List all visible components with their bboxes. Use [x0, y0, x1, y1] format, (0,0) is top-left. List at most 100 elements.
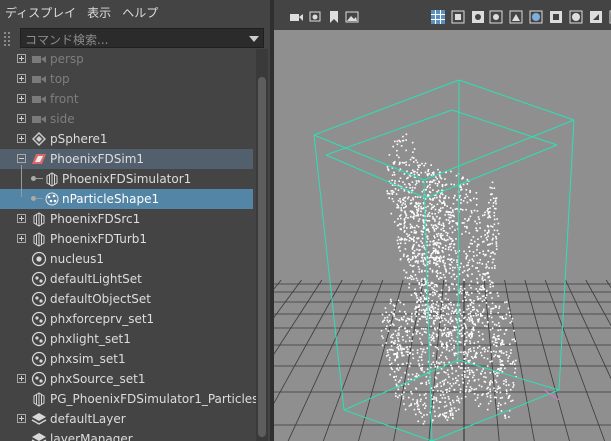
grid-line [605, 279, 611, 289]
expand-icon[interactable] [17, 414, 26, 423]
outliner-item-label: defaultObjectSet [50, 292, 152, 306]
wireframe-shaded-icon[interactable] [470, 9, 486, 25]
menu-display[interactable]: ディスプレイ [5, 4, 76, 21]
isolate-select-icon[interactable] [450, 9, 466, 25]
outliner-item-phxsim-set1[interactable]: phxsim_set1 [0, 349, 253, 369]
outliner-tree: persp top front side pSphere1 PhoenixFDSim1 Ph… [0, 49, 258, 441]
outliner-item-defaultlayer[interactable]: defaultLayer [0, 409, 253, 429]
outliner-item-label: phxlight_set1 [50, 332, 131, 346]
camera-icon [31, 71, 47, 87]
scrollbar-thumb[interactable] [258, 77, 266, 437]
textured-icon[interactable] [508, 9, 524, 25]
grid-line [287, 279, 363, 441]
expand-icon[interactable] [17, 374, 26, 383]
grid-line [565, 279, 611, 380]
outliner-item-phxlight-set1[interactable]: phxlight_set1 [0, 329, 253, 349]
phoenix-grid-icon [31, 231, 47, 247]
outliner-scrollbar[interactable] [256, 49, 268, 441]
camera-icon [31, 51, 47, 67]
set-icon [31, 371, 47, 387]
grid-toggle-icon[interactable] [430, 9, 446, 25]
viewport-toolbar: T [274, 4, 611, 30]
outliner-item-label: nucleus1 [50, 252, 105, 266]
nucleus-icon [31, 251, 47, 267]
layer-icon [31, 411, 47, 427]
transform-icon [31, 131, 47, 147]
camera-icon [31, 111, 47, 127]
collapse-icon[interactable] [17, 154, 26, 163]
outliner-item-defaultobjectset[interactable]: defaultObjectSet [0, 289, 253, 309]
motion-blur-icon[interactable] [588, 9, 604, 25]
phoenix-sim-icon [31, 151, 47, 167]
phoenix-grid-icon [44, 171, 60, 187]
chevron-down-icon[interactable] [249, 36, 259, 42]
expand-icon[interactable] [17, 94, 26, 103]
outliner-item-front[interactable]: front [0, 89, 253, 109]
outliner-item-persp[interactable]: persp [0, 49, 253, 69]
phoenix-grid-icon [31, 391, 47, 407]
outliner-item-psphere1[interactable]: pSphere1 [0, 129, 253, 149]
xray-icon[interactable] [488, 9, 504, 25]
container-edge [343, 409, 433, 441]
particle-cloud [380, 133, 517, 425]
viewport-scene[interactable] [274, 30, 611, 441]
search-input[interactable]: コマンド検索... [20, 28, 264, 48]
outliner-menubar: ディスプレイ 表示 ヘルプ [0, 0, 270, 24]
expand-icon[interactable] [17, 54, 26, 63]
set-icon [31, 271, 47, 287]
menu-help[interactable]: ヘルプ [122, 4, 158, 21]
bookmark-icon[interactable] [326, 9, 342, 25]
outliner-item-nparticleshape1[interactable]: nParticleShape1 [0, 189, 253, 209]
outliner-item-label: pSphere1 [50, 132, 108, 146]
tree-connector-line [35, 198, 43, 199]
search-placeholder: コマンド検索... [25, 33, 109, 47]
set-icon [31, 331, 47, 347]
expand-icon[interactable] [17, 114, 26, 123]
command-search: コマンド検索... [0, 28, 270, 49]
grip-handle-icon[interactable] [2, 31, 16, 46]
container-edge [325, 109, 453, 156]
outliner-item-label: PhoenixFDSim1 [50, 152, 145, 166]
outliner-item-label: front [50, 92, 79, 106]
outliner-panel: ディスプレイ 表示 ヘルプ コマンド検索... persp top front sid… [0, 0, 270, 441]
expand-icon[interactable] [17, 234, 26, 243]
outliner-item-nucleus1[interactable]: nucleus1 [0, 249, 253, 269]
image-plane-icon[interactable] [344, 9, 360, 25]
outliner-item-side[interactable]: side [0, 109, 253, 129]
outliner-item-label: defaultLayer [50, 412, 126, 426]
grid-line [585, 279, 611, 327]
outliner-item-top[interactable]: top [0, 69, 253, 89]
container-edge [451, 109, 558, 146]
outliner-item-phoenixfdsrc1[interactable]: PhoenixFDSrc1 [0, 209, 253, 229]
outliner-item-pg-particles[interactable]: PG_PhoenixFDSimulator1_Particles [0, 389, 258, 409]
grid-line [274, 279, 282, 290]
menu-show[interactable]: 表示 [87, 4, 111, 21]
viewport-panel[interactable]: T [274, 0, 611, 441]
outliner-item-label: PhoenixFDSrc1 [50, 212, 141, 226]
outliner-item-label: top [50, 72, 70, 86]
ambient-occlusion-icon[interactable] [568, 9, 584, 25]
set-icon [31, 351, 47, 367]
shadows-icon[interactable] [548, 9, 564, 25]
container-edge [313, 134, 345, 411]
outliner-item-phxsource-set1[interactable]: phxSource_set1 [0, 369, 253, 389]
set-icon [31, 311, 47, 327]
outliner-item-phoenixfdsim1[interactable]: PhoenixFDSim1 [0, 149, 253, 169]
expand-icon[interactable] [17, 134, 26, 143]
expand-icon[interactable] [17, 74, 26, 83]
expand-icon[interactable] [17, 214, 26, 223]
outliner-item-phoenixfdturb1[interactable]: PhoenixFDTurb1 [0, 229, 253, 249]
outliner-item-label: nParticleShape1 [62, 192, 160, 206]
outliner-item-layermanager[interactable]: layerManager [0, 429, 253, 441]
container-edge [458, 79, 575, 121]
container-edge [558, 119, 575, 391]
lighting-icon[interactable] [528, 9, 544, 25]
outliner-item-phxforceprv-set1[interactable]: phxforceprv_set1 [0, 309, 253, 329]
outliner-item-label: PG_PhoenixFDSimulator1_Particles [50, 392, 259, 406]
select-camera-icon[interactable] [288, 9, 304, 25]
container-edge [423, 119, 575, 181]
outliner-item-phoenixfdsimulator1[interactable]: PhoenixFDSimulator1 [0, 169, 253, 189]
outliner-item-defaultlightset[interactable]: defaultLightSet [0, 269, 253, 289]
camera-attributes-icon[interactable] [308, 9, 324, 25]
set-icon [31, 291, 47, 307]
